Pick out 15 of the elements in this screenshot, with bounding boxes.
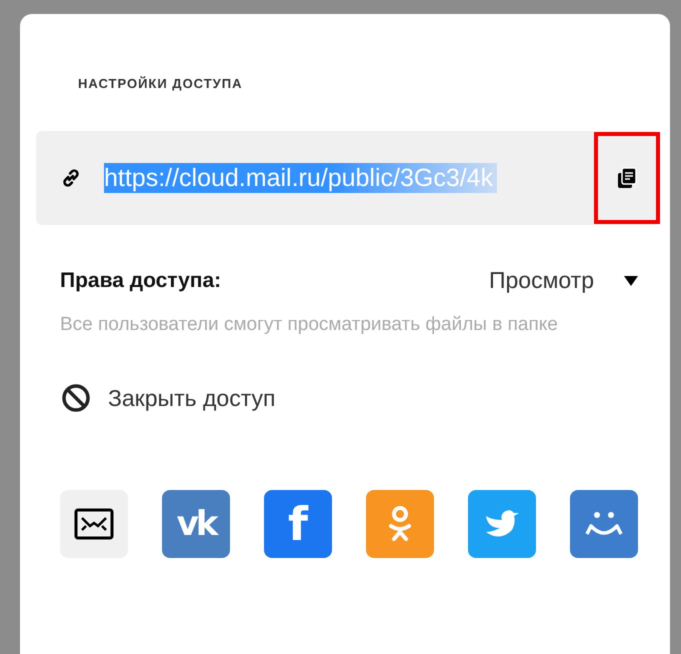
vk-share-button[interactable]: vk (162, 490, 230, 558)
access-rights-label: Права доступа: (60, 268, 222, 292)
facebook-share-button[interactable]: f (264, 490, 332, 558)
agent-share-button[interactable] (570, 490, 638, 558)
panel-title: НАСТРОЙКИ ДОСТУПА (78, 76, 243, 91)
copy-icon (615, 166, 639, 190)
close-access-button[interactable]: Закрыть доступ (60, 382, 276, 414)
caret-icon (624, 276, 638, 286)
twitter-share-button[interactable] (468, 490, 536, 558)
ok-share-button[interactable] (366, 490, 434, 558)
access-dropdown[interactable]: Просмотр (488, 267, 638, 294)
block-icon (60, 382, 92, 414)
access-description: Все пользователи смогут просматривать файлы в папке (60, 313, 559, 337)
email-share-button[interactable] (60, 490, 128, 558)
copy-button[interactable] (594, 132, 660, 224)
